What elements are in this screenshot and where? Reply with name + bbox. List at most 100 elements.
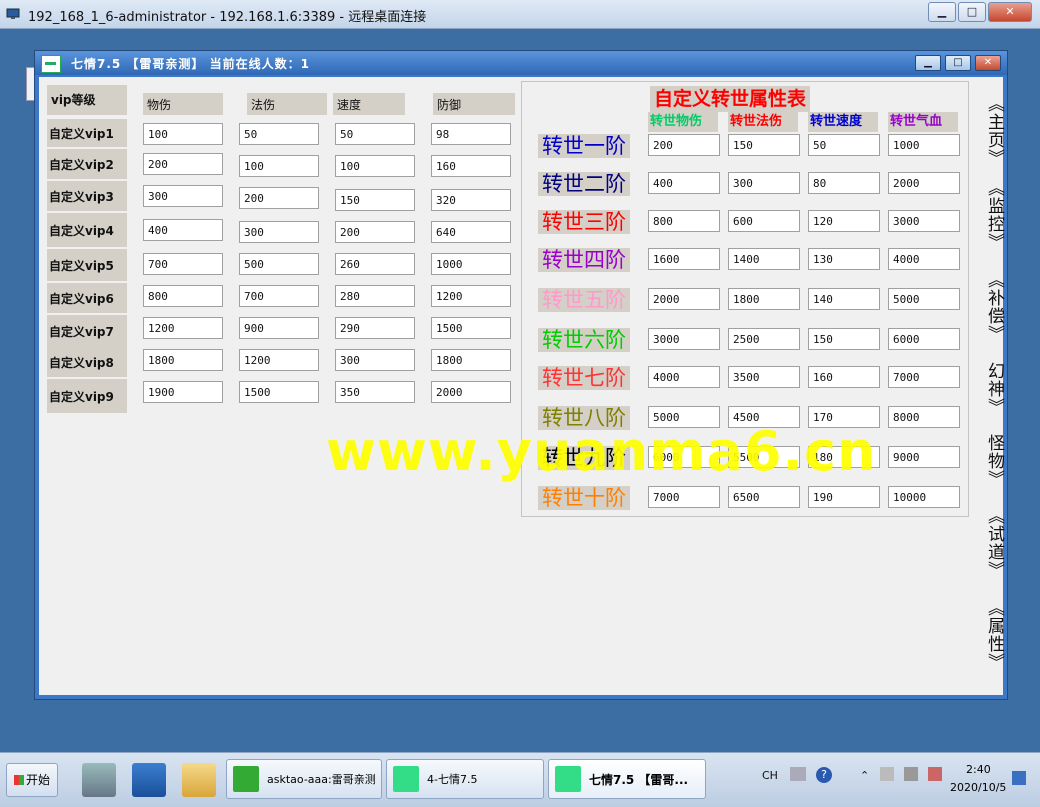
rebirth-7-phys-input[interactable]: 4000	[648, 366, 720, 388]
vip8-phys-input[interactable]: 1800	[143, 349, 223, 371]
rebirth-2-magic-input[interactable]: 300	[728, 172, 800, 194]
vip8-magic-input[interactable]: 1200	[239, 349, 319, 371]
app-minimize-button[interactable]: ▁	[915, 55, 941, 71]
nav-home[interactable]: 《主页》	[979, 95, 1004, 167]
rebirth-4-phys-input[interactable]: 1600	[648, 248, 720, 270]
rebirth-1-speed-input[interactable]: 50	[808, 134, 880, 156]
vip7-defense-input[interactable]: 1500	[431, 317, 511, 339]
rdp-minimize-button[interactable]: ▁	[928, 2, 956, 22]
rebirth-4-speed-input[interactable]: 130	[808, 248, 880, 270]
vip5-speed-input[interactable]: 260	[335, 253, 415, 275]
vip5-phys-input[interactable]: 700	[143, 253, 223, 275]
task-qiqing-active[interactable]: 七情7.5 【雷哥...	[548, 759, 706, 799]
rebirth-4-magic-input[interactable]: 1400	[728, 248, 800, 270]
rebirth-3-speed-input[interactable]: 120	[808, 210, 880, 232]
show-desktop-icon[interactable]	[1012, 771, 1026, 785]
vip2-phys-input[interactable]: 200	[143, 153, 223, 175]
language-indicator[interactable]: CH	[762, 769, 778, 782]
nav-monitor[interactable]: 《监控》	[979, 179, 1004, 251]
vip1-speed-input[interactable]: 50	[335, 123, 415, 145]
vip6-defense-input[interactable]: 1200	[431, 285, 511, 307]
vip2-magic-input[interactable]: 100	[239, 155, 319, 177]
vip1-defense-input[interactable]: 98	[431, 123, 511, 145]
rebirth-3-hp-input[interactable]: 3000	[888, 210, 960, 232]
rebirth-5-speed-input[interactable]: 140	[808, 288, 880, 310]
vip8-speed-input[interactable]: 300	[335, 349, 415, 371]
keyboard-icon[interactable]	[790, 767, 806, 781]
vip4-phys-input[interactable]: 400	[143, 219, 223, 241]
vip6-magic-input[interactable]: 700	[239, 285, 319, 307]
rebirth-2-phys-input[interactable]: 400	[648, 172, 720, 194]
vip7-magic-input[interactable]: 900	[239, 317, 319, 339]
powershell-icon[interactable]	[132, 763, 166, 797]
rebirth-6-magic-input[interactable]: 2500	[728, 328, 800, 350]
nav-phantom[interactable]: 幻神》	[979, 361, 1004, 417]
rebirth-1-hp-input[interactable]: 1000	[888, 134, 960, 156]
vip3-defense-input[interactable]: 320	[431, 189, 511, 211]
nav-trial[interactable]: 《试道》	[979, 507, 1004, 579]
rebirth-7-speed-input[interactable]: 160	[808, 366, 880, 388]
rdp-close-button[interactable]: ✕	[988, 2, 1032, 22]
app-maximize-button[interactable]: □	[945, 55, 971, 71]
app-close-button[interactable]: ✕	[975, 55, 1001, 71]
rebirth-5-hp-input[interactable]: 5000	[888, 288, 960, 310]
rebirth-10-hp-input[interactable]: 10000	[888, 486, 960, 508]
vip3-magic-input[interactable]: 200	[239, 187, 319, 209]
rebirth-10-phys-input[interactable]: 7000	[648, 486, 720, 508]
rebirth-8-hp-input[interactable]: 8000	[888, 406, 960, 428]
nav-attributes[interactable]: 《属性》	[979, 599, 1004, 671]
rebirth-5-phys-input[interactable]: 2000	[648, 288, 720, 310]
vip4-speed-input[interactable]: 200	[335, 221, 415, 243]
vip1-magic-input[interactable]: 50	[239, 123, 319, 145]
server-manager-icon[interactable]	[82, 763, 116, 797]
start-button[interactable]: 开始	[6, 763, 58, 797]
clock-time[interactable]: 2:40	[966, 763, 991, 776]
rebirth-6-phys-input[interactable]: 3000	[648, 328, 720, 350]
rebirth-5-magic-input[interactable]: 1800	[728, 288, 800, 310]
task-asktao[interactable]: asktao-aaa:雷哥亲测	[226, 759, 382, 799]
rebirth-4-hp-input[interactable]: 4000	[888, 248, 960, 270]
show-hidden-icons-icon[interactable]: ⌃	[860, 769, 869, 782]
vip8-defense-input[interactable]: 1800	[431, 349, 511, 371]
rebirth-6-hp-input[interactable]: 6000	[888, 328, 960, 350]
help-icon[interactable]: ?	[816, 767, 832, 783]
nav-monster[interactable]: 怪物》	[979, 433, 1004, 489]
vip7-phys-input[interactable]: 1200	[143, 317, 223, 339]
rebirth-9-hp-input[interactable]: 9000	[888, 446, 960, 468]
vip6-speed-input[interactable]: 280	[335, 285, 415, 307]
vip5-magic-input[interactable]: 500	[239, 253, 319, 275]
explorer-folder-icon[interactable]	[182, 763, 216, 797]
rdp-maximize-button[interactable]: □	[958, 2, 986, 22]
rebirth-2-hp-input[interactable]: 2000	[888, 172, 960, 194]
rebirth-3-magic-input[interactable]: 600	[728, 210, 800, 232]
rebirth-7-magic-input[interactable]: 3500	[728, 366, 800, 388]
rebirth-3-phys-input[interactable]: 800	[648, 210, 720, 232]
vip6-phys-input[interactable]: 800	[143, 285, 223, 307]
action-center-icon[interactable]	[880, 767, 894, 781]
vip2-speed-input[interactable]: 100	[335, 155, 415, 177]
vip7-speed-input[interactable]: 290	[335, 317, 415, 339]
vip3-phys-input[interactable]: 300	[143, 185, 223, 207]
vip2-defense-input[interactable]: 160	[431, 155, 511, 177]
task-qiqing[interactable]: 4-七情7.5	[386, 759, 544, 799]
vip9-speed-input[interactable]: 350	[335, 381, 415, 403]
vip9-magic-input[interactable]: 1500	[239, 381, 319, 403]
nav-compensation[interactable]: 《补偿》	[979, 271, 1004, 343]
vip1-phys-input[interactable]: 100	[143, 123, 223, 145]
rebirth-10-magic-input[interactable]: 6500	[728, 486, 800, 508]
vip3-speed-input[interactable]: 150	[335, 189, 415, 211]
rebirth-2-speed-input[interactable]: 80	[808, 172, 880, 194]
volume-muted-icon[interactable]	[928, 767, 942, 781]
vip4-magic-input[interactable]: 300	[239, 221, 319, 243]
rebirth-10-speed-input[interactable]: 190	[808, 486, 880, 508]
rebirth-1-magic-input[interactable]: 150	[728, 134, 800, 156]
network-icon[interactable]	[904, 767, 918, 781]
rebirth-1-phys-input[interactable]: 200	[648, 134, 720, 156]
clock-date[interactable]: 2020/10/5	[950, 781, 1006, 794]
rebirth-6-speed-input[interactable]: 150	[808, 328, 880, 350]
vip9-defense-input[interactable]: 2000	[431, 381, 511, 403]
vip5-defense-input[interactable]: 1000	[431, 253, 511, 275]
rebirth-7-hp-input[interactable]: 7000	[888, 366, 960, 388]
vip4-defense-input[interactable]: 640	[431, 221, 511, 243]
vip9-phys-input[interactable]: 1900	[143, 381, 223, 403]
